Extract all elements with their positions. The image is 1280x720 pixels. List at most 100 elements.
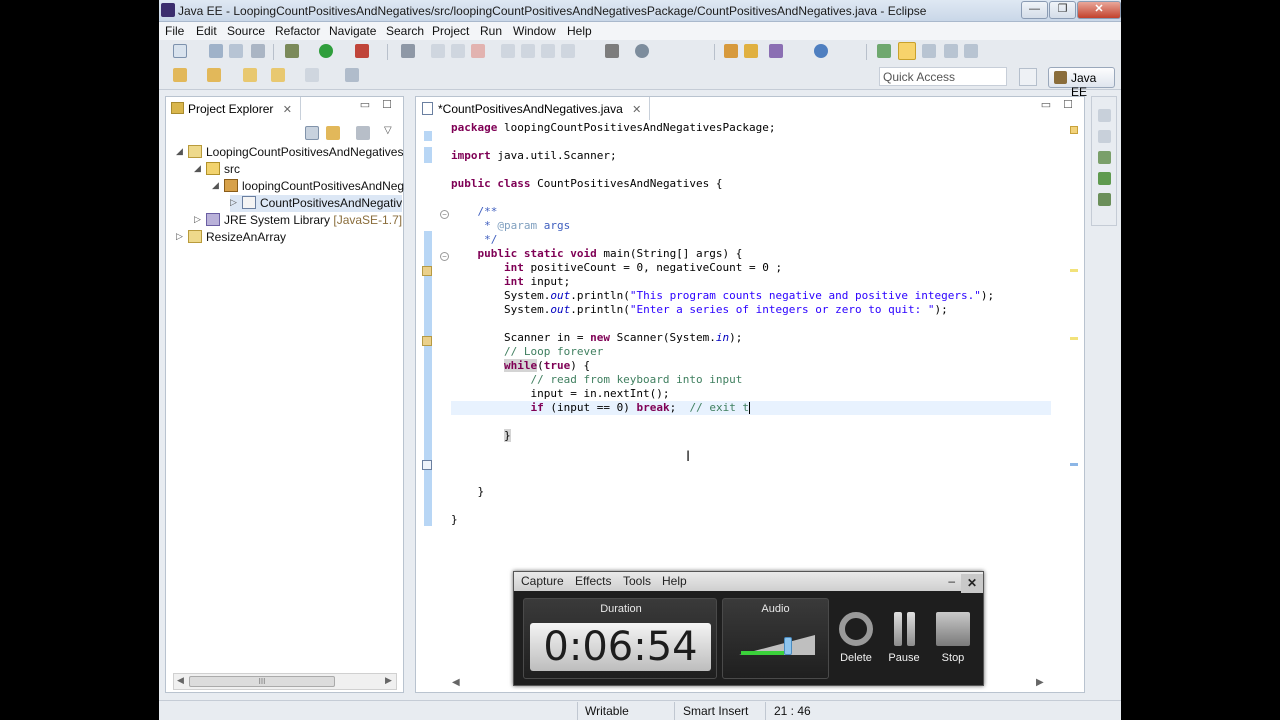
recorder-minimize-button[interactable]: – — [948, 574, 955, 588]
minimize-view-icon[interactable]: ▭ — [359, 100, 371, 112]
globe-icon[interactable] — [814, 44, 828, 58]
scroll-left-icon[interactable]: ◀ — [177, 675, 184, 686]
step-over-icon[interactable] — [521, 44, 535, 58]
tree-item-src[interactable]: ◢ src — [194, 161, 402, 178]
scroll-left-icon[interactable]: ◀ — [452, 677, 460, 688]
pause-recording-button[interactable]: Pause — [880, 612, 928, 664]
quick-access-input[interactable]: Quick Access — [879, 67, 1007, 86]
restore-icon[interactable] — [1098, 109, 1111, 122]
close-icon[interactable]: ✕ — [632, 104, 641, 116]
java-ee-perspective-button[interactable]: Java EE — [1048, 67, 1115, 99]
link-with-editor-icon[interactable] — [326, 126, 340, 140]
menu-run[interactable]: Run — [480, 24, 502, 38]
tree-item-project[interactable]: ◢ LoopingCountPositivesAndNegatives — [176, 144, 403, 161]
menu-navigate[interactable]: Navigate — [329, 24, 376, 38]
close-icon[interactable]: ✕ — [283, 104, 292, 116]
java-project-icon[interactable] — [605, 44, 619, 58]
terminate-icon[interactable] — [471, 44, 485, 58]
expand-twisty-icon[interactable]: ▷ — [176, 231, 186, 242]
forward-icon[interactable] — [271, 68, 285, 82]
warning-marker-icon[interactable] — [422, 336, 432, 346]
scroll-thumb[interactable]: III — [189, 676, 335, 687]
menu-help[interactable]: Help — [567, 24, 592, 38]
project-explorer-tab[interactable]: Project Explorer ✕ — [166, 97, 301, 120]
open-folder-icon[interactable] — [744, 44, 758, 58]
close-button[interactable]: ✕ — [1077, 1, 1121, 19]
fold-toggle-icon[interactable]: − — [440, 210, 449, 219]
warning-marker-icon[interactable] — [422, 266, 432, 276]
tree-item-java-file[interactable]: ▷ CountPositivesAndNegativ — [230, 195, 402, 212]
filters-icon[interactable] — [356, 126, 370, 140]
highlight-icon[interactable] — [898, 42, 916, 60]
step-into-icon[interactable] — [501, 44, 515, 58]
maximize-button[interactable]: ❐ — [1049, 1, 1076, 19]
step-return-icon[interactable] — [541, 44, 555, 58]
toggle-occurrences-icon[interactable] — [877, 44, 891, 58]
audio-volume-slider[interactable] — [739, 635, 815, 657]
volume-slider-handle[interactable] — [784, 637, 792, 655]
drop-to-frame-icon[interactable] — [561, 44, 575, 58]
run-icon[interactable] — [319, 44, 333, 58]
resume-icon[interactable] — [431, 44, 445, 58]
recorder-close-button[interactable]: ✕ — [961, 574, 983, 593]
print-icon[interactable] — [251, 44, 265, 58]
overview-task-mark[interactable] — [1070, 463, 1078, 466]
scroll-right-icon[interactable]: ▶ — [1036, 677, 1044, 688]
previous-annotation-icon[interactable] — [207, 68, 221, 82]
menu-refactor[interactable]: Refactor — [275, 24, 320, 38]
next-edit-icon[interactable] — [305, 68, 319, 82]
delete-recording-button[interactable]: Delete — [832, 612, 880, 664]
recorder-menu-tools[interactable]: Tools — [623, 574, 651, 588]
tree-item-project[interactable]: ▷ ResizeAnArray — [176, 229, 402, 246]
expand-twisty-icon[interactable]: ◢ — [212, 180, 222, 191]
tree-item-jre-library[interactable]: ▷ JRE System Library [JavaSE-1.7] — [194, 212, 402, 229]
new-icon[interactable] — [173, 44, 187, 58]
expand-twisty-icon[interactable]: ▷ — [194, 214, 204, 225]
menu-edit[interactable]: Edit — [196, 24, 217, 38]
expand-twisty-icon[interactable]: ▷ — [230, 197, 240, 208]
scroll-right-icon[interactable]: ▶ — [385, 675, 392, 686]
overview-warning-mark[interactable] — [1070, 337, 1078, 340]
pin-editor-icon[interactable] — [345, 68, 359, 82]
overview-warning-mark[interactable] — [1070, 269, 1078, 272]
skip-breakpoints-icon[interactable] — [401, 44, 415, 58]
menu-project[interactable]: Project — [432, 24, 469, 38]
view-menu-icon[interactable]: ▽ — [384, 125, 398, 139]
overview-status-icon[interactable] — [1070, 126, 1078, 134]
menu-source[interactable]: Source — [227, 24, 265, 38]
stop-recording-button[interactable]: Stop — [929, 612, 977, 664]
expand-twisty-icon[interactable]: ◢ — [194, 163, 204, 174]
back-icon[interactable] — [243, 68, 257, 82]
editor-tab[interactable]: *CountPositivesAndNegatives.java ✕ — [416, 97, 651, 120]
pilcrow-icon[interactable] — [964, 44, 978, 58]
outline-icon[interactable] — [1098, 172, 1111, 185]
search-icon[interactable] — [769, 44, 783, 58]
open-type-icon[interactable] — [724, 44, 738, 58]
save-all-icon[interactable] — [229, 44, 243, 58]
minimize-button[interactable]: — — [1021, 1, 1048, 19]
open-perspective-button[interactable] — [1019, 68, 1037, 86]
fold-toggle-icon[interactable]: − — [440, 252, 449, 261]
suspend-icon[interactable] — [451, 44, 465, 58]
recorder-menu-help[interactable]: Help — [662, 574, 687, 588]
menu-file[interactable]: File — [165, 24, 184, 38]
outline-view-icon[interactable] — [1098, 130, 1111, 143]
show-whitespace-icon[interactable] — [944, 44, 958, 58]
maximize-view-icon[interactable]: ☐ — [381, 100, 393, 112]
web-service-icon[interactable] — [635, 44, 649, 58]
maximize-view-icon[interactable]: ☐ — [1062, 100, 1074, 112]
horizontal-scrollbar[interactable]: ◀ III ▶ — [173, 673, 397, 690]
save-icon[interactable] — [209, 44, 223, 58]
expand-twisty-icon[interactable]: ◢ — [176, 146, 186, 157]
recorder-menu-effects[interactable]: Effects — [575, 574, 611, 588]
minimize-view-icon[interactable]: ▭ — [1040, 100, 1052, 112]
markers-icon[interactable] — [1098, 193, 1111, 206]
tree-item-package[interactable]: ◢ loopingCountPositivesAndNeg — [212, 178, 404, 195]
debug-icon[interactable] — [285, 44, 299, 58]
block-selection-icon[interactable] — [922, 44, 936, 58]
recorder-menu-capture[interactable]: Capture — [521, 574, 564, 588]
next-annotation-icon[interactable] — [173, 68, 187, 82]
task-marker-icon[interactable] — [422, 460, 432, 470]
menu-search[interactable]: Search — [386, 24, 424, 38]
collapse-all-icon[interactable] — [305, 126, 319, 140]
